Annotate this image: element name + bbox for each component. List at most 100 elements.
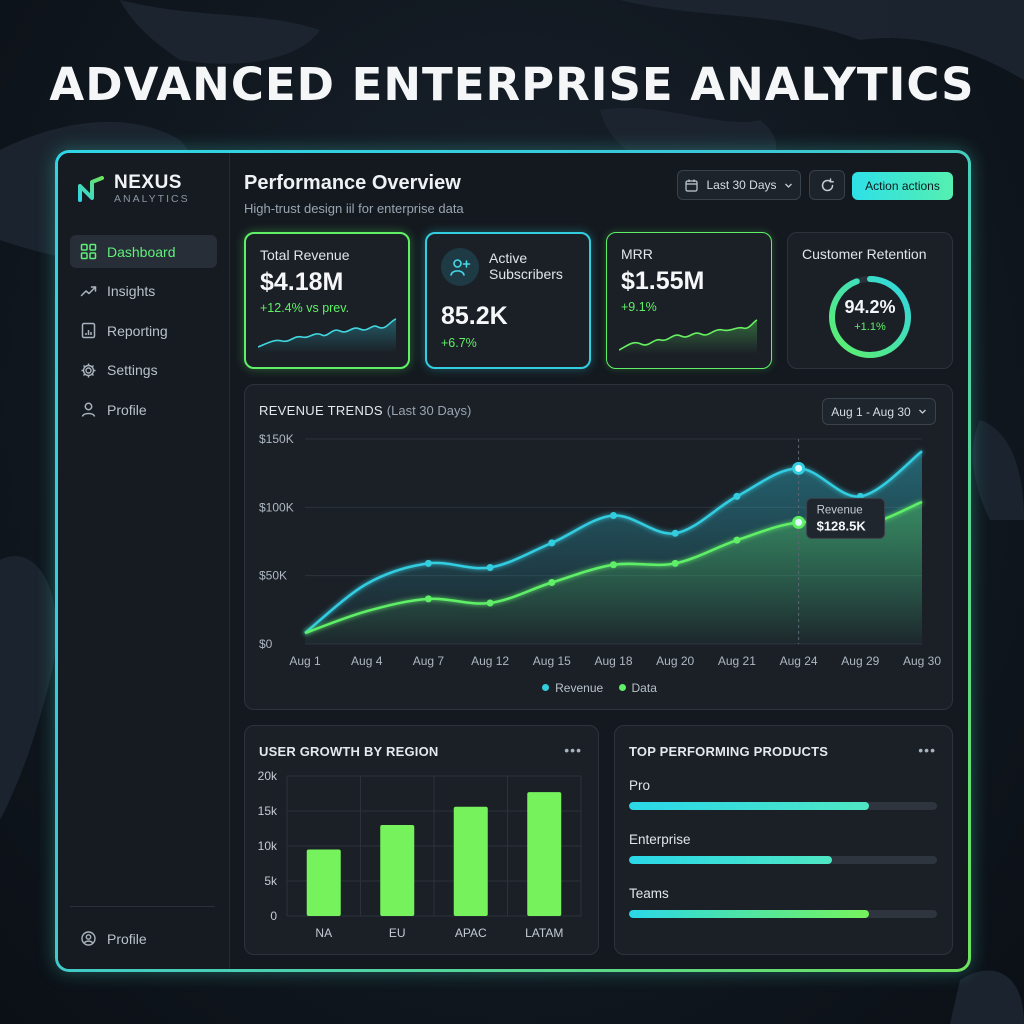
- product-bar-track: [629, 910, 937, 918]
- sidebar-item-settings[interactable]: Settings: [70, 354, 217, 387]
- product-bar-fill: [629, 802, 870, 810]
- retention-delta: +1.1%: [854, 321, 886, 333]
- region-title: USER GROWTH BY REGION: [259, 744, 439, 759]
- more-options-icon[interactable]: •••: [918, 742, 936, 758]
- y-tick-label: $150K: [259, 432, 294, 446]
- kpi-delta: +9.1%: [621, 300, 657, 314]
- date-range-dropdown[interactable]: Last 30 Days: [677, 170, 801, 200]
- kpi-card-total-revenue[interactable]: Total Revenue $4.18M +12.4% vs prev.: [244, 232, 410, 369]
- product-bar-fill: [629, 856, 833, 864]
- sidebar-item-insights[interactable]: Insights: [70, 275, 217, 308]
- sidebar-item-label: Reporting: [107, 322, 168, 339]
- product-row-enterprise[interactable]: Enterprise: [629, 832, 937, 864]
- retention-ring: 94.2% +1.1%: [826, 273, 914, 361]
- revenue-trends-panel: $0 $50K $100K $150K Aug 1 Aug 4 Aug 7 Aug 12 Aug…: [244, 384, 953, 710]
- x-tick-label: Aug 18: [594, 654, 632, 668]
- x-tick-label: Aug 24: [780, 654, 818, 668]
- data-point[interactable]: [792, 515, 806, 529]
- trends-range-dropdown[interactable]: Aug 1 - Aug 30: [822, 398, 936, 425]
- x-tick-label: Aug 4: [351, 654, 383, 668]
- kpi-delta: +12.4% vs prev.: [260, 301, 350, 315]
- y-tick-label: 5k: [264, 874, 278, 888]
- data-point[interactable]: [486, 563, 494, 571]
- legend-item-data[interactable]: Data: [618, 680, 657, 695]
- sidebar-item-reporting[interactable]: Reporting: [70, 314, 217, 347]
- x-tick-label: EU: [389, 926, 406, 940]
- legend-label: Revenue: [555, 680, 604, 695]
- page-subtitle: High-trust design iil for enterprise dat…: [244, 201, 464, 216]
- x-tick-label: NA: [315, 926, 332, 940]
- user-growth-panel: 0 5k 10k 15k 20k NA EU APAC LATAM USER GROWTH BY…: [244, 725, 599, 955]
- legend-item-revenue[interactable]: Revenue: [542, 681, 603, 695]
- data-point[interactable]: [610, 561, 617, 569]
- retention-value: 94.2%: [844, 297, 896, 317]
- data-point[interactable]: [548, 539, 556, 547]
- y-tick-label: $50K: [259, 569, 287, 583]
- sidebar-nav: Dashboard Insights Reporting Settings Pr…: [70, 235, 217, 433]
- kpi-card-customer-retention[interactable]: Customer Retention 94.2% +1.1%: [787, 232, 953, 369]
- trends-title-suffix: (Last 30 Days): [386, 403, 472, 418]
- product-label: Teams: [629, 886, 669, 901]
- kpi-value: $1.55M: [621, 267, 705, 295]
- product-bar-track: [629, 856, 937, 864]
- dashboard-window: NEXUS ANALYTICS Dashboard Insights Repor…: [55, 150, 971, 972]
- refresh-button[interactable]: [809, 170, 845, 200]
- chart-tooltip: Revenue $128.5K: [806, 497, 886, 539]
- data-point[interactable]: [733, 536, 741, 544]
- product-row-pro[interactable]: Pro: [629, 778, 937, 810]
- sidebar-footer-profile[interactable]: Profile: [80, 930, 147, 947]
- product-bar-fill: [629, 910, 870, 918]
- product-bar-track: [629, 802, 937, 810]
- kpi-label-line2: Subscribers: [489, 266, 563, 282]
- y-tick-label: 0: [270, 909, 277, 923]
- sidebar-item-profile[interactable]: Profile: [70, 393, 217, 426]
- brand-logo[interactable]: NEXUS ANALYTICS: [76, 173, 190, 205]
- tooltip-label: Revenue: [817, 504, 863, 516]
- kpi-value: 85.2K: [441, 302, 508, 330]
- data-point[interactable]: [671, 559, 679, 567]
- bar-na[interactable]: [306, 849, 341, 917]
- top-products-panel: TOP PERFORMING PRODUCTS ••• Pro Enterpri…: [614, 725, 953, 955]
- calendar-icon: [685, 179, 699, 192]
- add-user-icon: [450, 259, 471, 276]
- bar-eu[interactable]: [380, 825, 415, 916]
- x-tick-label: LATAM: [525, 926, 563, 940]
- kpi-card-active-subscribers[interactable]: Active Subscribers 85.2K +6.7%: [425, 232, 591, 369]
- kpi-label-line1: Active: [489, 250, 528, 266]
- kpi-card-mrr[interactable]: MRR $1.55M +9.1%: [606, 232, 772, 369]
- x-tick-label: Aug 15: [533, 654, 571, 668]
- data-point[interactable]: [733, 492, 741, 500]
- x-tick-label: Aug 21: [718, 654, 756, 668]
- kpi-label: MRR: [621, 246, 653, 262]
- x-tick-label: APAC: [455, 926, 487, 940]
- sidebar-footer-label: Profile: [107, 930, 147, 947]
- user-icon: [81, 402, 96, 417]
- data-point[interactable]: [548, 579, 556, 586]
- sidebar-item-dashboard[interactable]: Dashboard: [70, 235, 217, 268]
- more-options-icon[interactable]: •••: [564, 742, 582, 758]
- data-point[interactable]: [610, 512, 617, 520]
- kpi-delta: +6.7%: [441, 336, 477, 350]
- tooltip-value: $128.5K: [817, 518, 867, 533]
- data-point[interactable]: [486, 599, 494, 607]
- action-button[interactable]: Action actions: [852, 172, 953, 200]
- revenue-trends-chart: $0 $50K $100K $150K Aug 1 Aug 4 Aug 7 Aug 12 Aug…: [259, 432, 941, 668]
- mrr-sparkline: [619, 319, 758, 354]
- trend-icon: [80, 285, 97, 296]
- add-user-badge: [441, 248, 479, 286]
- legend-label: Data: [631, 680, 657, 695]
- bar-latam[interactable]: [527, 792, 562, 916]
- sidebar-item-label: Profile: [107, 401, 147, 418]
- kpi-label: Customer Retention: [802, 246, 927, 262]
- data-point[interactable]: [424, 595, 432, 603]
- x-tick-label: Aug 7: [413, 654, 445, 668]
- data-point[interactable]: [792, 461, 806, 475]
- y-tick-label: $100K: [259, 500, 294, 514]
- date-range-label: Last 30 Days: [706, 178, 777, 192]
- y-tick-label: 20k: [258, 769, 278, 783]
- data-point[interactable]: [424, 559, 432, 567]
- x-tick-label: Aug 30: [903, 654, 941, 668]
- product-row-teams[interactable]: Teams: [629, 886, 937, 918]
- bar-apac[interactable]: [453, 806, 488, 916]
- data-point[interactable]: [671, 529, 679, 537]
